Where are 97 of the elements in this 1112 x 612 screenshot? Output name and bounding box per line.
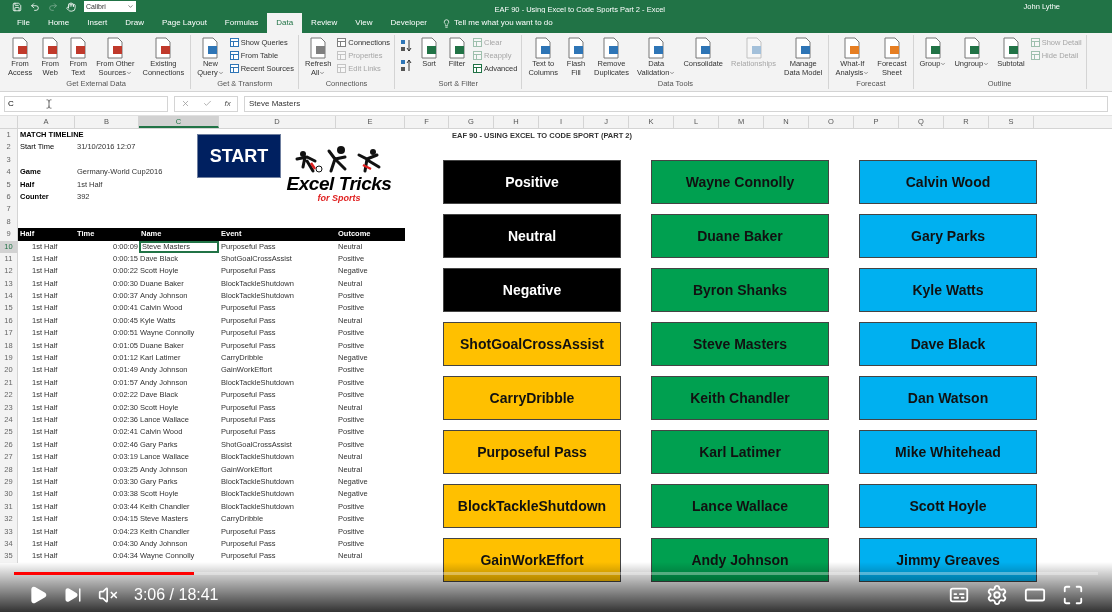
table-icon xyxy=(229,51,239,60)
document-icon xyxy=(601,37,622,59)
ribbon-tab[interactable]: Data xyxy=(267,13,303,33)
code-button[interactable]: Karl Latimer xyxy=(651,430,829,474)
caret-icon xyxy=(863,69,870,76)
document-icon xyxy=(565,37,586,59)
caret-icon xyxy=(217,69,224,76)
code-button[interactable]: Mike Whitehead xyxy=(859,430,1037,474)
ribbon-tab[interactable]: Insert xyxy=(78,13,117,33)
progress-track[interactable] xyxy=(14,572,1098,575)
document-icon xyxy=(200,37,221,59)
sort-arrow-icon[interactable] xyxy=(400,59,412,73)
check-icon[interactable] xyxy=(202,99,212,108)
name-box-value: C xyxy=(8,97,14,110)
touch-icon[interactable] xyxy=(66,1,76,12)
caret-icon xyxy=(983,60,990,67)
code-button[interactable]: Lance Wallace xyxy=(651,484,829,528)
ribbon-tab[interactable]: Developer xyxy=(381,13,436,33)
formula-field[interactable]: Steve Masters xyxy=(244,95,1108,112)
video-time: 3:06 / 18:41 xyxy=(134,585,219,605)
code-button[interactable]: Jimmy Greaves xyxy=(859,538,1037,582)
sort-arrow-icon[interactable] xyxy=(400,39,412,53)
save-icon[interactable] xyxy=(12,1,22,12)
lightbulb-icon xyxy=(442,18,451,28)
logo-title: Excel Tricks xyxy=(286,175,392,193)
code-button[interactable]: GainWorkEffort xyxy=(443,538,621,582)
fullscreen-icon[interactable] xyxy=(1062,584,1084,606)
code-button[interactable]: Steve Masters xyxy=(651,322,829,366)
play-icon[interactable] xyxy=(28,585,48,605)
document-icon xyxy=(153,37,174,59)
document-icon xyxy=(922,37,943,59)
text-cursor-icon xyxy=(43,98,54,109)
table-icon xyxy=(229,38,239,47)
document-icon xyxy=(646,37,667,59)
table-icon xyxy=(473,38,482,47)
document-icon xyxy=(743,37,764,59)
table-icon xyxy=(337,38,347,47)
ribbon-tab[interactable]: Page Layout xyxy=(152,13,216,33)
ribbon-tab[interactable]: Formulas xyxy=(215,13,268,33)
code-button[interactable]: BlockTackleShutdown xyxy=(443,484,621,528)
document-icon xyxy=(419,37,439,59)
code-button[interactable]: Dave Black xyxy=(859,322,1037,366)
document-icon xyxy=(961,37,982,59)
caret-icon xyxy=(126,69,133,76)
code-button[interactable]: Duane Baker xyxy=(651,214,829,258)
code-button[interactable]: Kyle Watts xyxy=(859,268,1037,312)
ribbon-tab[interactable]: Home xyxy=(38,13,79,33)
code-button[interactable]: Gary Parks xyxy=(859,214,1037,258)
document-icon xyxy=(68,37,89,59)
code-button[interactable]: Positive xyxy=(443,160,621,204)
document-icon xyxy=(693,37,714,59)
start-button[interactable]: START xyxy=(197,134,281,178)
undo-icon[interactable] xyxy=(30,1,40,12)
caret-icon xyxy=(319,69,326,76)
tell-me-search[interactable]: Tell me what you want to do xyxy=(454,17,553,29)
document-icon xyxy=(793,37,814,59)
code-button[interactable]: Wayne Connolly xyxy=(651,160,829,204)
code-button[interactable]: Byron Shanks xyxy=(651,268,829,312)
code-button[interactable]: ShotGoalCrossAssist xyxy=(443,322,621,366)
document-icon xyxy=(10,37,31,59)
table-icon xyxy=(1030,51,1040,60)
document-icon xyxy=(308,37,329,59)
table-icon xyxy=(1030,38,1040,47)
document-icon xyxy=(40,37,61,59)
table-icon xyxy=(229,64,239,73)
logo-subtitle: for Sports xyxy=(317,193,361,203)
ribbon-tab[interactable]: Review xyxy=(302,13,347,33)
next-icon[interactable] xyxy=(64,586,82,604)
ribbon-tab[interactable]: File xyxy=(8,13,39,33)
muted-speaker-icon[interactable] xyxy=(98,585,118,605)
document-icon xyxy=(533,37,554,59)
table-icon xyxy=(473,64,482,73)
caret-icon xyxy=(940,60,947,67)
code-button[interactable]: Negative xyxy=(443,268,621,312)
document-icon xyxy=(447,37,467,59)
code-button[interactable]: Scott Hoyle xyxy=(859,484,1037,528)
table-icon xyxy=(473,51,482,60)
code-button[interactable]: Dan Watson xyxy=(859,376,1037,420)
document-icon xyxy=(1000,37,1021,59)
document-icon xyxy=(842,37,863,59)
document-icon xyxy=(105,37,126,59)
caret-icon xyxy=(127,3,134,10)
table-icon xyxy=(337,64,347,73)
name-box[interactable]: C xyxy=(4,95,168,112)
code-button[interactable]: Neutral xyxy=(443,214,621,258)
insert-function-button[interactable]: fx xyxy=(224,97,231,110)
document-icon xyxy=(881,37,902,59)
table-icon xyxy=(337,51,347,60)
code-button[interactable]: Purposeful Pass xyxy=(443,430,621,474)
caret-icon xyxy=(669,69,676,76)
code-button[interactable]: CarryDribble xyxy=(443,376,621,420)
code-button[interactable]: Andy Johnson xyxy=(651,538,829,582)
ribbon-tab[interactable]: Draw xyxy=(116,13,153,33)
settings-icon[interactable] xyxy=(986,584,1008,606)
code-button[interactable]: Keith Chandler xyxy=(651,376,829,420)
code-button[interactable]: Calvin Wood xyxy=(859,160,1037,204)
ribbon-tab[interactable]: View xyxy=(346,13,382,33)
